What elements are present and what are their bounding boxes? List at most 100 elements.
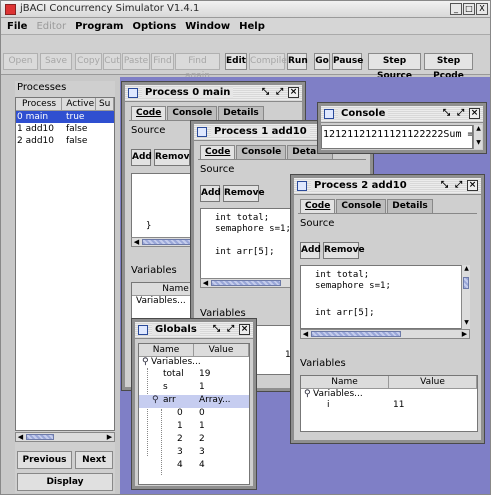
menu-options[interactable]: Options bbox=[132, 21, 176, 32]
arrow-right-icon[interactable]: ▶ bbox=[460, 330, 469, 338]
remove-button[interactable]: Remove bbox=[223, 185, 265, 202]
source-code-view[interactable]: int total; semaphore s=1; int arr[5]; bbox=[300, 265, 470, 329]
open-button[interactable]: Open bbox=[3, 53, 38, 70]
tree-row[interactable]: total 19 bbox=[139, 369, 249, 382]
copy-button[interactable]: Copy bbox=[75, 53, 102, 70]
source-hscroll[interactable]: ◀ ▶ bbox=[300, 329, 470, 339]
arrow-up-icon[interactable]: ▲ bbox=[474, 125, 483, 133]
tab-code[interactable]: Code bbox=[200, 145, 236, 159]
remove-button[interactable]: Remove bbox=[154, 149, 196, 166]
step-pcode-button[interactable]: Step Pcode bbox=[424, 53, 473, 81]
tab-details[interactable]: Details bbox=[218, 106, 264, 120]
display-button[interactable]: Display bbox=[17, 473, 113, 491]
compile-button[interactable]: Compile bbox=[249, 53, 287, 70]
globals-frame[interactable]: Globals ⤡ ⤢ × Name Value ⚲ Variables... bbox=[132, 319, 256, 489]
scroll-thumb[interactable] bbox=[463, 277, 469, 289]
frame-title-bar[interactable]: Process 2 add10 ⤡ ⤢ × bbox=[294, 178, 481, 195]
maximize-icon[interactable]: ⤢ bbox=[453, 180, 464, 191]
maximize-icon[interactable]: ⤢ bbox=[455, 108, 466, 119]
pause-button[interactable]: Pause bbox=[332, 53, 363, 70]
maximize-icon[interactable]: □ bbox=[463, 3, 475, 15]
close-icon[interactable]: X bbox=[476, 3, 488, 15]
add-button[interactable]: Add bbox=[200, 185, 221, 202]
arrow-left-icon[interactable]: ◀ bbox=[132, 238, 141, 246]
maximize-icon[interactable]: ⤢ bbox=[225, 324, 236, 335]
tree-row[interactable]: ⚲ Variables... bbox=[139, 357, 249, 369]
tree-pin-icon[interactable]: ⚲ bbox=[142, 357, 149, 368]
tree-row[interactable]: 3 3 bbox=[139, 447, 249, 460]
table-row[interactable]: 0 main true bbox=[16, 111, 114, 123]
scroll-thumb[interactable] bbox=[211, 280, 281, 286]
arrow-left-icon[interactable]: ◀ bbox=[201, 279, 210, 287]
column-name[interactable]: Name bbox=[301, 376, 389, 388]
frame-title-bar[interactable]: Console ⤡ ⤢ × bbox=[321, 106, 483, 123]
close-icon[interactable]: × bbox=[288, 87, 299, 98]
column-value[interactable]: Value bbox=[194, 344, 249, 356]
remove-button[interactable]: Remove bbox=[323, 242, 365, 259]
minimize-icon[interactable]: ⤡ bbox=[260, 87, 271, 98]
source-vscroll[interactable]: ▲ ▼ bbox=[461, 265, 470, 329]
arrow-left-icon[interactable]: ◀ bbox=[16, 433, 25, 441]
console-output[interactable]: 12121121211121122222Sum = 19 bbox=[321, 125, 473, 149]
tab-code[interactable]: Code bbox=[300, 199, 336, 213]
menu-help[interactable]: Help bbox=[239, 21, 265, 32]
tab-console[interactable]: Console bbox=[336, 199, 387, 213]
tab-details[interactable]: Details bbox=[387, 199, 433, 213]
frame-title-bar[interactable]: Process 0 main ⤡ ⤢ × bbox=[125, 85, 302, 102]
process-2-add10-frame[interactable]: Process 2 add10 ⤡ ⤢ × Code Console Detai… bbox=[291, 175, 484, 443]
minimize-icon[interactable]: ⤡ bbox=[211, 324, 222, 335]
add-button[interactable]: Add bbox=[131, 149, 152, 166]
arrow-left-icon[interactable]: ◀ bbox=[301, 330, 310, 338]
column-su[interactable]: Su bbox=[96, 98, 114, 110]
add-button[interactable]: Add bbox=[300, 242, 321, 259]
minimize-icon[interactable]: _ bbox=[450, 3, 462, 15]
tab-console[interactable]: Console bbox=[236, 145, 287, 159]
tab-console[interactable]: Console bbox=[167, 106, 218, 120]
cut-button[interactable]: Cut bbox=[103, 53, 121, 70]
tree-pin-icon[interactable]: ⚲ bbox=[152, 395, 159, 406]
tree-row[interactable]: ⚲ Variables... bbox=[301, 389, 477, 400]
tree-row[interactable]: s 1 bbox=[139, 382, 249, 395]
tree-row[interactable]: i 11 bbox=[301, 400, 477, 411]
table-row[interactable]: 2 add10 false bbox=[16, 135, 114, 147]
column-name[interactable]: Name bbox=[139, 344, 194, 356]
scroll-thumb[interactable] bbox=[311, 331, 401, 337]
table-row[interactable]: 1 add10 false bbox=[16, 123, 114, 135]
tree-pin-icon[interactable]: ⚲ bbox=[304, 389, 311, 400]
find-again-button[interactable]: Find again bbox=[175, 53, 220, 81]
next-button[interactable]: Next bbox=[75, 451, 113, 469]
scroll-thumb[interactable] bbox=[26, 434, 54, 440]
arrow-right-icon[interactable]: ▶ bbox=[105, 433, 114, 441]
go-button[interactable]: Go bbox=[314, 53, 330, 70]
column-active[interactable]: Active bbox=[62, 98, 97, 110]
menu-window[interactable]: Window bbox=[185, 21, 230, 32]
find-button[interactable]: Find bbox=[151, 53, 174, 70]
previous-button[interactable]: Previous bbox=[17, 451, 72, 469]
minimize-icon[interactable]: ⤡ bbox=[441, 108, 452, 119]
edit-button[interactable]: Edit bbox=[225, 53, 247, 70]
arrow-down-icon[interactable]: ▼ bbox=[462, 319, 471, 327]
tree-row[interactable]: ⚲ arr Array... bbox=[139, 395, 249, 408]
arrow-up-icon[interactable]: ▲ bbox=[462, 265, 471, 273]
column-process[interactable]: Process bbox=[16, 98, 63, 110]
tree-row[interactable]: 4 4 bbox=[139, 460, 249, 473]
close-icon[interactable]: × bbox=[239, 324, 250, 335]
save-button[interactable]: Save bbox=[40, 53, 72, 70]
tab-code[interactable]: Code bbox=[131, 106, 167, 120]
close-icon[interactable]: × bbox=[467, 180, 478, 191]
menu-file[interactable]: File bbox=[7, 21, 27, 32]
arrow-down-icon[interactable]: ▼ bbox=[474, 139, 483, 147]
column-value[interactable]: Value bbox=[389, 376, 477, 388]
console-frame[interactable]: Console ⤡ ⤢ × 12121121211121122222Sum = … bbox=[318, 103, 486, 153]
tree-row[interactable]: 0 0 bbox=[139, 408, 249, 421]
maximize-icon[interactable]: ⤢ bbox=[274, 87, 285, 98]
console-vscroll[interactable]: ▲ ▼ bbox=[473, 125, 482, 149]
minimize-icon[interactable]: ⤡ bbox=[439, 180, 450, 191]
menu-program[interactable]: Program bbox=[75, 21, 123, 32]
menu-editor[interactable]: Editor bbox=[36, 21, 66, 32]
frame-title-bar[interactable]: Globals ⤡ ⤢ × bbox=[135, 322, 253, 339]
tree-row[interactable]: 1 1 bbox=[139, 421, 249, 434]
tree-row[interactable]: 2 2 bbox=[139, 434, 249, 447]
run-button[interactable]: Run bbox=[287, 53, 308, 70]
step-source-button[interactable]: Step Source bbox=[368, 53, 421, 81]
